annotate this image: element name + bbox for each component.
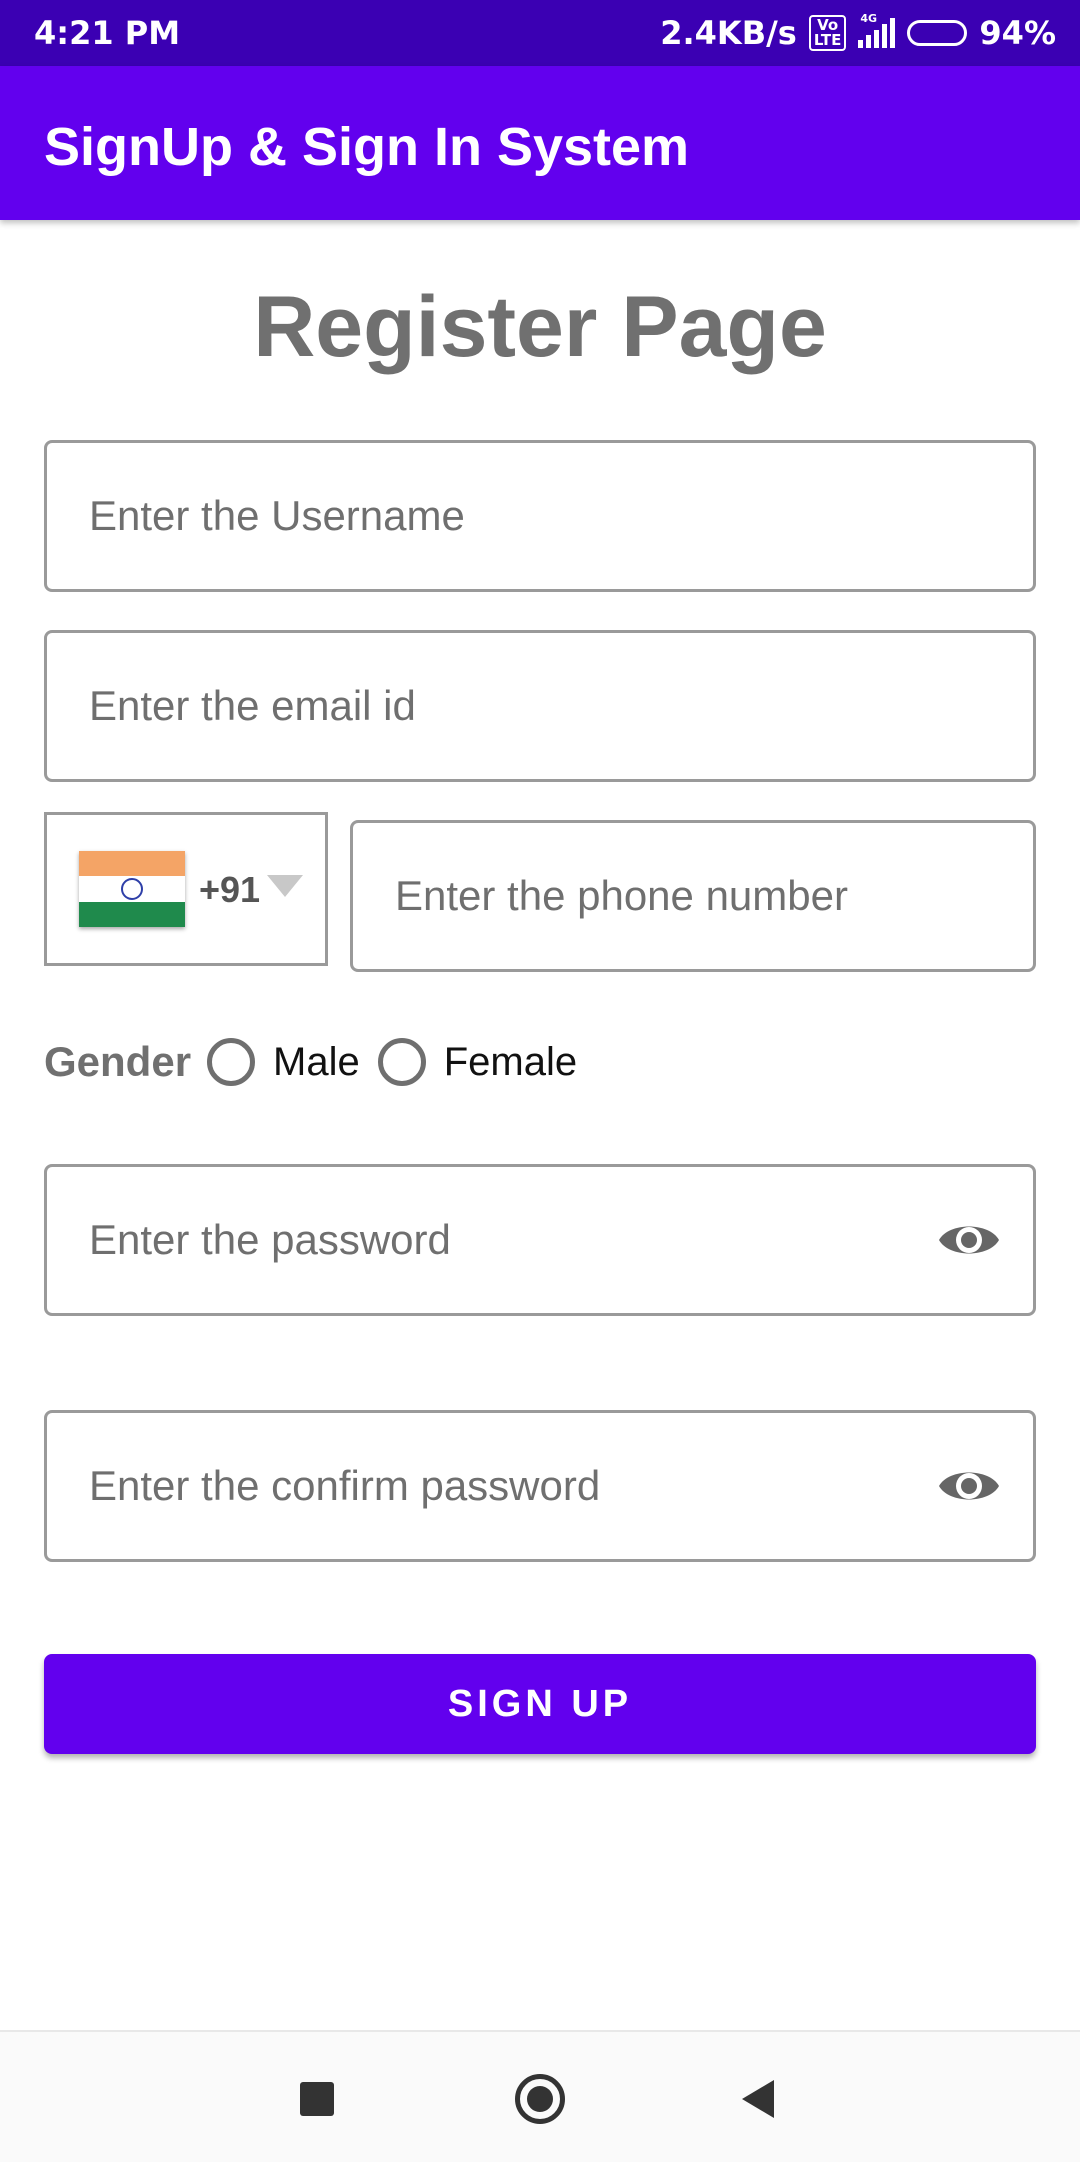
status-time: 4:21 PM — [34, 14, 181, 52]
recents-square-icon[interactable] — [300, 2082, 334, 2116]
page-title: Register Page — [253, 279, 827, 375]
phone-field[interactable]: Enter the phone number — [350, 820, 1036, 972]
password-field[interactable]: Enter the password — [44, 1164, 1036, 1316]
radio-male[interactable] — [207, 1038, 256, 1086]
app-bar: SignUp & Sign In System — [0, 66, 1080, 220]
radio-female[interactable] — [377, 1038, 426, 1086]
radio-male-label[interactable]: Male — [273, 1040, 360, 1085]
dropdown-arrow-icon[interactable] — [267, 875, 303, 897]
signal-icon: 4G — [858, 12, 896, 48]
status-bar: 4:21 PM 2.4KB/s Vo LTE 4G 94% — [0, 0, 1080, 66]
username-field[interactable]: Enter the Username — [44, 440, 1036, 592]
eye-icon[interactable] — [937, 1464, 1001, 1508]
app-title: SignUp & Sign In System — [44, 117, 690, 177]
gender-group: Gender Male Female — [44, 1030, 595, 1094]
battery-icon — [907, 20, 968, 46]
battery-percent: 94% — [979, 14, 1056, 52]
status-icons: 2.4KB/s Vo LTE 4G 94% — [660, 12, 1056, 52]
password-placeholder: Enter the password — [89, 1216, 451, 1263]
sign-up-button[interactable]: SIGN UP — [44, 1654, 1036, 1754]
radio-female-label[interactable]: Female — [444, 1040, 577, 1085]
country-dial-code: +91 — [199, 869, 261, 910]
navigation-bar — [0, 2030, 1080, 2162]
phone-placeholder: Enter the phone number — [395, 872, 848, 919]
back-triangle-icon[interactable] — [742, 2080, 774, 2118]
username-placeholder: Enter the Username — [89, 492, 465, 539]
home-circle-icon[interactable] — [515, 2074, 565, 2124]
gender-label: Gender — [44, 1038, 192, 1085]
email-field[interactable]: Enter the email id — [44, 630, 1036, 782]
network-type: 4G — [860, 12, 878, 25]
volte-icon: Vo LTE — [808, 15, 847, 51]
confirm-password-field[interactable]: Enter the confirm password — [44, 1410, 1036, 1562]
confirm-password-placeholder: Enter the confirm password — [89, 1462, 601, 1509]
email-placeholder: Enter the email id — [89, 682, 416, 729]
india-flag-icon — [79, 851, 185, 927]
network-speed: 2.4KB/s — [660, 14, 797, 52]
country-code-picker[interactable]: +91 — [44, 812, 328, 966]
eye-icon[interactable] — [937, 1218, 1001, 1262]
